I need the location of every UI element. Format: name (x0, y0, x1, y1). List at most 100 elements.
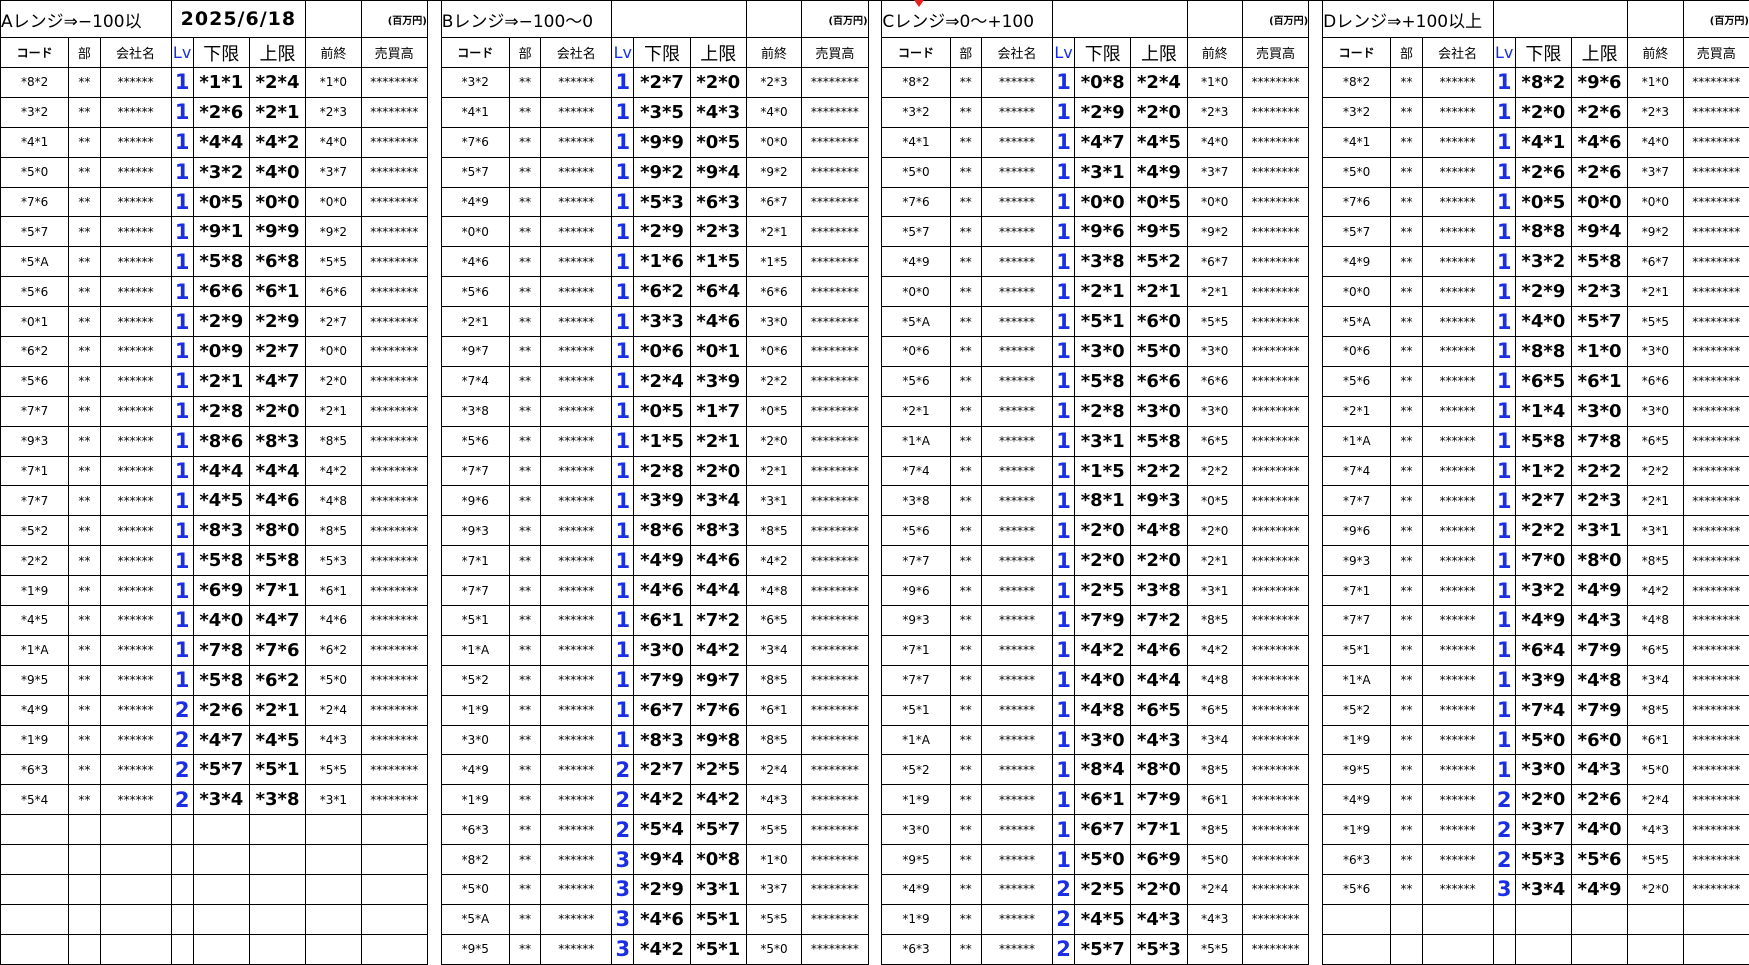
cell-lv[interactable]: 1 (170, 545, 194, 577)
cell-lv[interactable]: 1 (170, 575, 194, 607)
cell-pc[interactable]: *8*5 (305, 425, 362, 457)
cell-bu[interactable]: ** (1390, 605, 1423, 636)
cell-sale[interactable]: ******** (801, 694, 869, 726)
cell-sale[interactable]: ******** (801, 96, 869, 128)
cell-sale[interactable]: ******** (1241, 425, 1310, 457)
cell-bu[interactable] (1390, 903, 1423, 935)
cell-lv[interactable]: 1 (611, 216, 635, 248)
cell-name[interactable]: ****** (980, 67, 1053, 98)
cell-pc[interactable]: *4*6 (305, 605, 362, 636)
cell-lo[interactable]: *9*6 (1074, 216, 1132, 248)
cell-hi[interactable]: *4*6 (1130, 634, 1188, 666)
cell-sale[interactable]: ******** (1682, 515, 1749, 547)
cell-pc[interactable]: *3*0 (1186, 395, 1243, 427)
cell-code[interactable]: *6*3 (881, 933, 951, 965)
cell-pc[interactable]: *8*5 (1627, 694, 1684, 726)
cell-lo[interactable]: *4*2 (1074, 634, 1132, 666)
cell-name[interactable]: ****** (980, 455, 1053, 487)
cell-name[interactable]: ****** (99, 306, 172, 338)
cell-code[interactable]: *7*6 (1322, 186, 1392, 218)
cell-sale[interactable]: ******** (1682, 605, 1749, 636)
cell-bu[interactable]: ** (949, 933, 982, 965)
cell-code[interactable]: *3*2 (881, 96, 951, 128)
cell-pc[interactable]: *0*0 (745, 126, 803, 158)
cell-lo[interactable]: *8*1 (1074, 485, 1132, 517)
cell-bu[interactable]: ** (949, 575, 982, 607)
cell-pc[interactable]: *0*6 (745, 336, 803, 367)
cell-pc[interactable]: *0*0 (305, 186, 362, 218)
cell-lo[interactable]: *4*9 (1514, 605, 1572, 636)
cell-name[interactable] (99, 844, 172, 876)
cell-code[interactable]: *7*4 (1322, 455, 1392, 487)
cell-sale[interactable]: ******** (801, 664, 869, 696)
cell-name[interactable]: ****** (980, 96, 1053, 128)
cell-code[interactable] (0, 933, 70, 965)
cell-bu[interactable]: ** (508, 156, 542, 188)
cell-sale[interactable]: ******** (1241, 276, 1310, 308)
cell-name[interactable]: ****** (540, 276, 613, 308)
cell-sale[interactable]: ******** (1682, 306, 1749, 338)
cell-pc[interactable]: *2*1 (1627, 485, 1684, 517)
cell-code[interactable]: *1*9 (440, 694, 510, 726)
cell-lv[interactable]: 2 (1492, 784, 1516, 816)
cell-sale[interactable]: ******** (1682, 96, 1749, 128)
cell-sale[interactable]: ******** (1241, 485, 1310, 517)
cell-name[interactable]: ****** (99, 126, 172, 158)
cell-lv[interactable]: 1 (1051, 455, 1076, 487)
cell-pc[interactable]: *3*0 (1186, 336, 1243, 367)
cell-pc[interactable]: *4*3 (745, 784, 803, 816)
cell-code[interactable]: *4*1 (1322, 126, 1392, 158)
cell-bu[interactable]: ** (949, 365, 982, 397)
cell-name[interactable]: ****** (540, 874, 613, 905)
cell-pc[interactable]: *2*4 (1186, 874, 1243, 905)
cell-hi[interactable]: *7*2 (689, 605, 747, 636)
cell-pc[interactable]: *2*2 (1186, 455, 1243, 487)
cell-name[interactable]: ****** (540, 545, 613, 577)
cell-name[interactable]: ****** (980, 814, 1053, 846)
cell-lv[interactable]: 1 (1492, 186, 1516, 218)
cell-lv[interactable] (170, 844, 194, 876)
cell-lo[interactable]: *4*4 (192, 126, 250, 158)
cell-hi[interactable]: *6*3 (689, 186, 747, 218)
cell-hi[interactable]: *0*8 (689, 844, 747, 876)
cell-bu[interactable]: ** (508, 306, 542, 338)
cell-lv[interactable]: 2 (1051, 933, 1076, 965)
cell-code[interactable]: *7*7 (440, 575, 510, 607)
cell-sale[interactable]: ******** (1241, 664, 1310, 696)
cell-name[interactable] (99, 874, 172, 905)
cell-lv[interactable]: 1 (611, 575, 635, 607)
cell-code[interactable]: *3*8 (881, 485, 951, 517)
cell-code[interactable]: *4*9 (1322, 246, 1392, 278)
cell-sale[interactable]: ******** (1241, 96, 1310, 128)
cell-lo[interactable]: *1*1 (192, 67, 250, 98)
cell-lv[interactable]: 1 (611, 67, 635, 98)
cell-name[interactable]: ****** (99, 724, 172, 756)
cell-sale[interactable]: ******** (801, 515, 869, 547)
cell-pc[interactable]: *3*7 (1186, 156, 1243, 188)
cell-lo[interactable]: *3*0 (633, 634, 691, 666)
cell-lv[interactable]: 2 (611, 784, 635, 816)
cell-pc[interactable]: *1*5 (745, 246, 803, 278)
cell-name[interactable]: ****** (1421, 395, 1494, 427)
cell-lv[interactable]: 1 (1051, 216, 1076, 248)
cell-sale[interactable]: ******** (1682, 485, 1749, 517)
cell-lv[interactable]: 1 (170, 634, 194, 666)
cell-lo[interactable]: *8*4 (1074, 754, 1132, 786)
cell-lo[interactable]: *5*0 (1514, 724, 1572, 756)
cell-name[interactable]: ****** (540, 844, 613, 876)
cell-hi[interactable]: *4*3 (1130, 724, 1188, 756)
cell-name[interactable]: ****** (99, 664, 172, 696)
cell-hi[interactable]: *0*0 (1570, 186, 1629, 218)
cell-pc[interactable]: *4*8 (305, 485, 362, 517)
cell-sale[interactable]: ******** (1241, 455, 1310, 487)
cell-name[interactable]: ****** (1421, 515, 1494, 547)
cell-bu[interactable]: ** (68, 216, 101, 248)
cell-sale[interactable]: ******** (801, 844, 869, 876)
cell-bu[interactable]: ** (1390, 575, 1423, 607)
cell-name[interactable]: ****** (540, 96, 613, 128)
cell-hi[interactable]: *1*0 (1570, 336, 1629, 367)
cell-name[interactable]: ****** (980, 395, 1053, 427)
cell-sale[interactable]: ******** (360, 216, 428, 248)
cell-bu[interactable]: ** (68, 634, 101, 666)
cell-bu[interactable]: ** (508, 724, 542, 756)
